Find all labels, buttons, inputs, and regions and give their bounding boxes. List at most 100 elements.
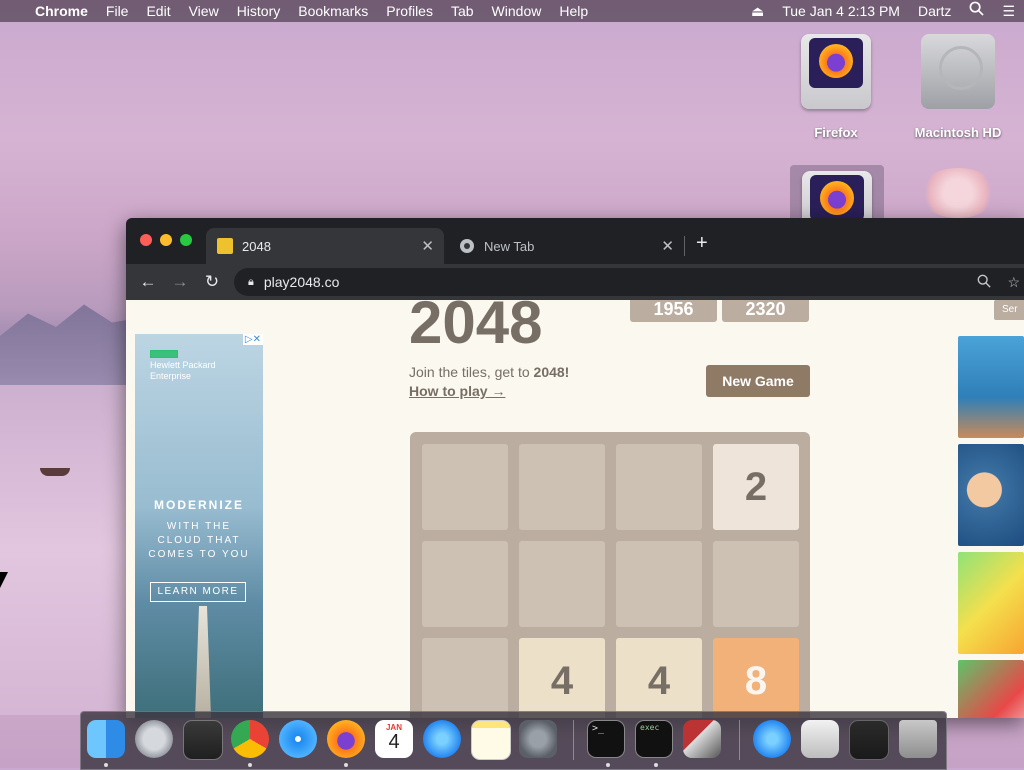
tile-4: 4 (519, 638, 605, 718)
ad-brand: Hewlett Packard Enterprise (150, 360, 216, 381)
hpe-advertisement[interactable]: ▷✕ Hewlett Packard Enterprise MODERNIZE W… (135, 334, 263, 718)
running-indicator (606, 763, 610, 767)
zoom-window-button[interactable] (180, 234, 192, 246)
tab-separator (684, 236, 685, 256)
tab-new-tab[interactable]: New Tab ✕ (448, 228, 684, 264)
window-controls (140, 234, 192, 246)
menu-history[interactable]: History (228, 0, 290, 22)
web-page: ▷✕ Hewlett Packard Enterprise MODERNIZE W… (126, 300, 1024, 718)
tile (713, 541, 799, 627)
wallpaper-mountains (0, 304, 140, 390)
how-to-play-link[interactable]: How to play → (409, 383, 505, 399)
system-preferences-gear-icon[interactable] (519, 720, 557, 758)
desktop-icon-label: Macintosh HD (914, 125, 1002, 140)
tile (422, 541, 508, 627)
chrome-window: 2048 ✕ New Tab ✕ + ← → ↻ 🔒︎ play2048.co … (126, 218, 1024, 718)
tile (422, 444, 508, 530)
menubar-user[interactable]: Dartz (909, 0, 960, 22)
trash-icon[interactable] (899, 720, 937, 758)
terminal-icon[interactable]: >_ (587, 720, 625, 758)
running-indicator (654, 763, 658, 767)
dock-separator (739, 720, 740, 760)
side-truncated-button[interactable]: Ser (994, 300, 1024, 320)
photo-booth-icon[interactable] (683, 720, 721, 758)
zoom-search-icon[interactable] (977, 274, 992, 291)
tile (616, 541, 702, 627)
lighthouse-image (195, 606, 211, 718)
desktop-icon-firefox[interactable]: Firefox (781, 34, 891, 140)
forward-arrow-icon[interactable]: → (164, 272, 196, 292)
hpe-logo-icon (150, 350, 178, 358)
firefox-icon[interactable] (327, 720, 365, 758)
calendar-day: 4 (388, 731, 400, 753)
app-store-icon[interactable] (423, 720, 461, 758)
menu-tab[interactable]: Tab (442, 0, 483, 22)
chrome-icon[interactable] (231, 720, 269, 758)
tile-4: 4 (616, 638, 702, 718)
menu-view[interactable]: View (180, 0, 228, 22)
launchpad-icon[interactable] (135, 720, 173, 758)
game-title: 2048 (409, 300, 543, 356)
game-thumbnail[interactable] (958, 336, 1024, 438)
menu-profiles[interactable]: Profiles (377, 0, 442, 22)
calendar-icon[interactable]: JAN 4 (375, 720, 413, 758)
game-thumbnail[interactable] (958, 660, 1024, 718)
menu-bookmarks[interactable]: Bookmarks (289, 0, 377, 22)
tile (422, 638, 508, 718)
document-stack-icon[interactable] (801, 720, 839, 758)
new-game-button[interactable]: New Game (706, 365, 810, 397)
menu-app-name[interactable]: Chrome (26, 0, 97, 22)
menu-help[interactable]: Help (550, 0, 597, 22)
wallpaper-lake (0, 385, 140, 715)
game-thumbnail[interactable] (958, 444, 1024, 546)
eject-icon[interactable]: ⏏ (742, 0, 773, 22)
tile-8: 8 (713, 638, 799, 718)
close-tab-icon[interactable]: ✕ (421, 237, 434, 255)
game-board[interactable]: 2 4 4 8 (410, 432, 810, 718)
close-tab-icon[interactable]: ✕ (661, 237, 674, 255)
url-text: play2048.co (263, 274, 340, 290)
score-box: 1956 (630, 300, 717, 322)
browser-toolbar: ← → ↻ 🔒︎ play2048.co ☆ (126, 264, 1024, 300)
game-thumbnail[interactable] (958, 552, 1024, 654)
tab-title: 2048 (242, 238, 271, 254)
lock-icon: 🔒︎ (248, 275, 254, 288)
tile (616, 444, 702, 530)
close-window-button[interactable] (140, 234, 152, 246)
ad-tagline: WITH THE CLOUD THAT COMES TO YOU (148, 521, 250, 560)
safari-icon[interactable] (279, 720, 317, 758)
preview-icon[interactable] (183, 720, 223, 760)
menu-edit[interactable]: Edit (137, 0, 179, 22)
tab-2048[interactable]: 2048 ✕ (206, 228, 444, 264)
tile-2: 2 (713, 444, 799, 530)
finder-icon[interactable] (87, 720, 125, 758)
dock: JAN 4 >_ exec (80, 711, 947, 770)
flower-image-icon[interactable] (918, 168, 998, 218)
tile (519, 444, 605, 530)
chrome-favicon-icon (460, 239, 474, 253)
minimize-window-button[interactable] (160, 234, 172, 246)
notes-icon[interactable] (471, 720, 511, 760)
menu-window[interactable]: Window (483, 0, 551, 22)
address-bar[interactable]: 🔒︎ play2048.co ☆ (234, 268, 1024, 296)
spotlight-search-icon[interactable] (960, 0, 993, 22)
tile (519, 541, 605, 627)
new-tab-plus-icon[interactable]: + (696, 232, 708, 255)
notification-center-icon[interactable]: ☰ (993, 0, 1024, 22)
menu-file[interactable]: File (97, 0, 138, 22)
menubar-clock[interactable]: Tue Jan 4 2:13 PM (773, 0, 909, 22)
reload-icon[interactable]: ↻ (196, 272, 228, 292)
wallpaper-boat (40, 468, 70, 476)
desktop-icon-firefox-selected[interactable] (790, 165, 884, 227)
mouse-cursor-icon (0, 572, 8, 588)
running-indicator (344, 763, 348, 767)
exec-terminal-icon[interactable]: exec (635, 720, 673, 758)
tab-title: New Tab (484, 238, 535, 254)
adchoices-icon[interactable]: ▷✕ (242, 334, 263, 345)
app-store-downloads-icon[interactable] (753, 720, 791, 758)
bookmark-star-icon[interactable]: ☆ (1007, 274, 1020, 291)
ad-learn-more-button[interactable]: LEARN MORE (150, 582, 246, 602)
back-arrow-icon[interactable]: ← (132, 272, 164, 292)
desktop-icon-macintosh-hd[interactable]: Macintosh HD (903, 34, 1013, 140)
screenshot-stack-icon[interactable] (849, 720, 889, 760)
